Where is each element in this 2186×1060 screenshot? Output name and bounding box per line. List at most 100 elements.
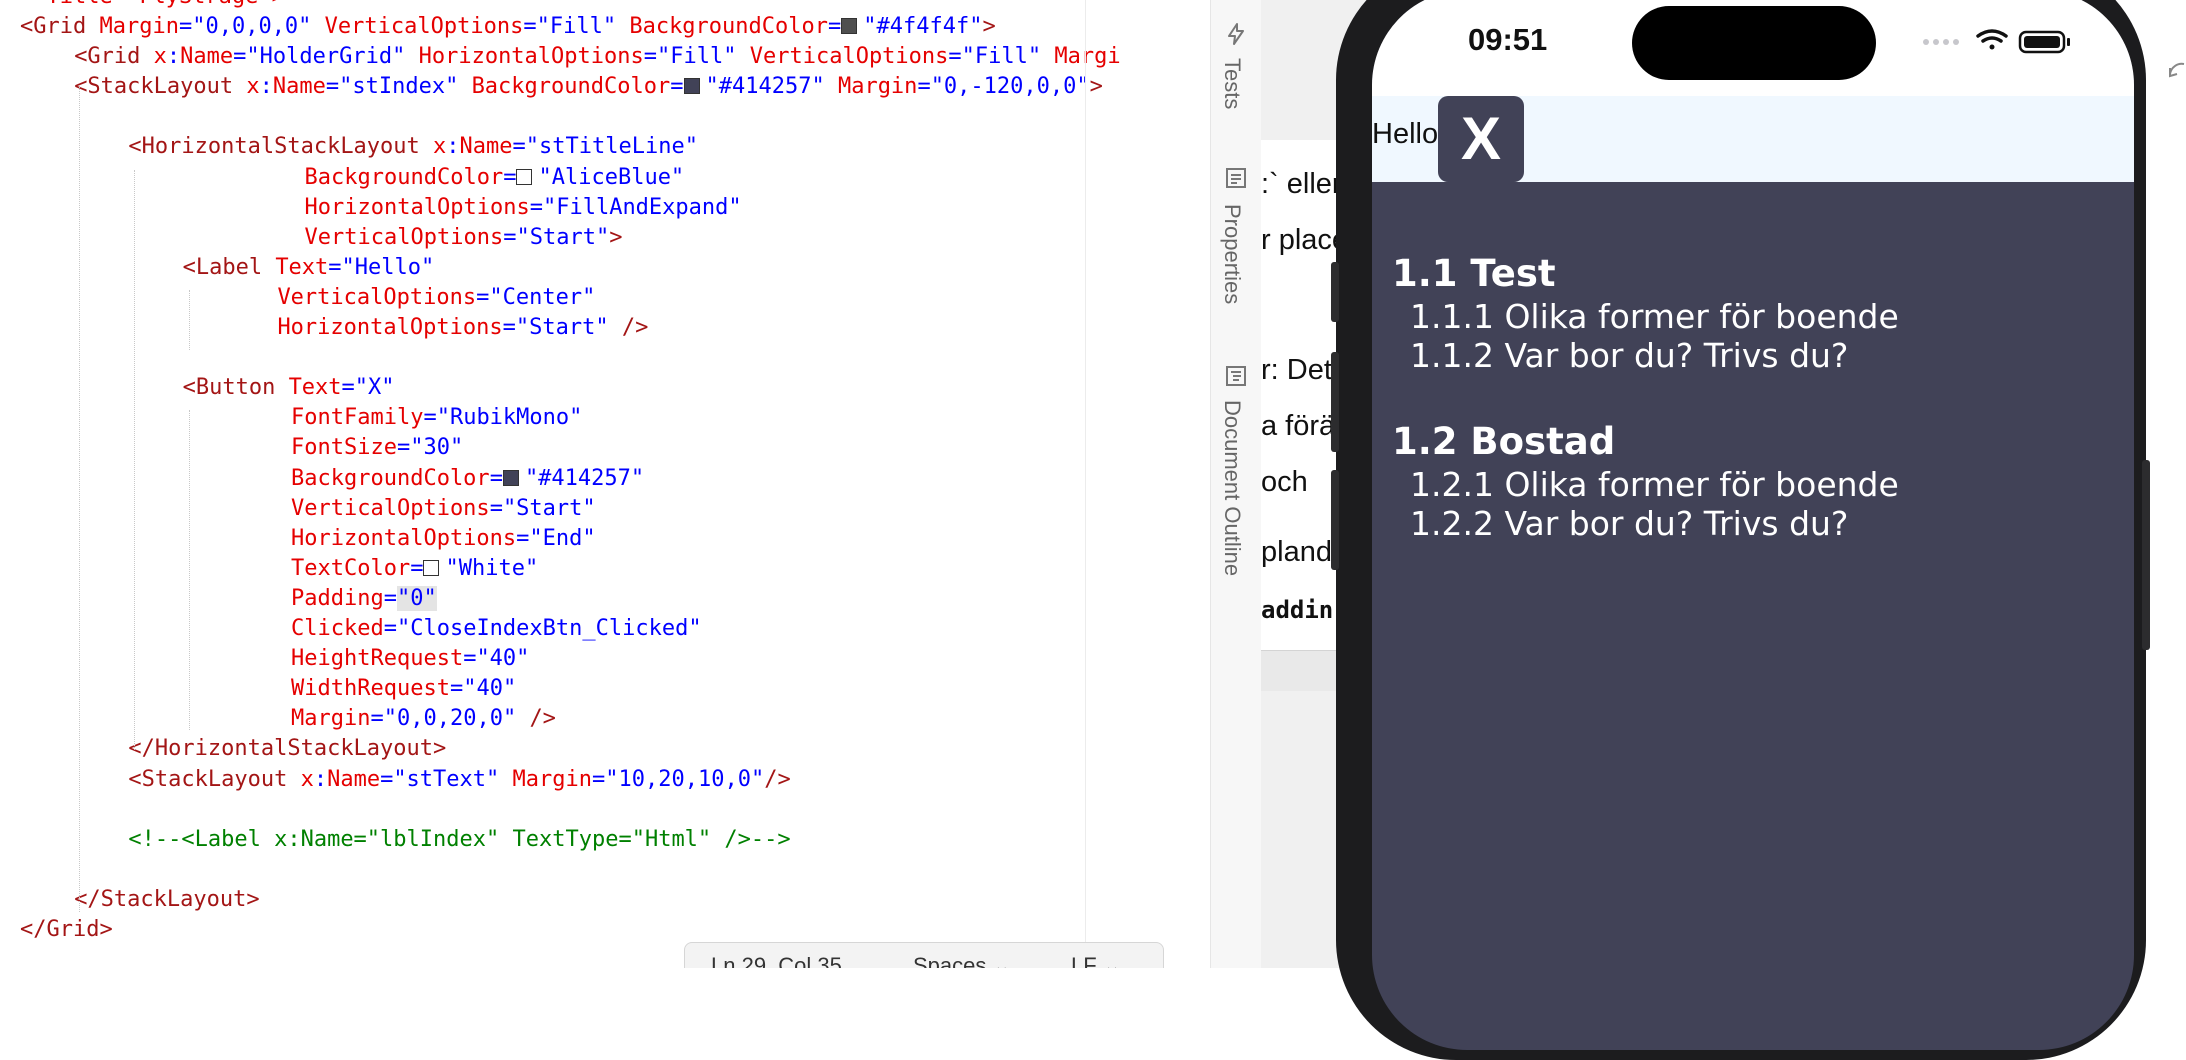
code-token: "End": [529, 525, 596, 551]
code-line: <Grid Margin="0,0,0,0" VerticalOptions="…: [20, 12, 996, 42]
code-token: "40": [476, 646, 530, 672]
code-token: "#4f4f4f": [863, 14, 983, 39]
code-token: x: [246, 74, 260, 100]
index-item[interactable]: 1.2.1 Olika former för boende: [1410, 465, 1899, 504]
close-index-button[interactable]: X: [1438, 96, 1524, 182]
code-token: "Start": [515, 315, 622, 340]
code-token: Margi: [1054, 44, 1121, 70]
code-token: Padding: [291, 585, 384, 611]
code-token: <Grid: [20, 14, 100, 39]
doc-fragment: och: [1261, 466, 1308, 498]
tab-document-outline-label: Document Outline: [1220, 400, 1245, 577]
simulator-screen[interactable]: 09:51 Hello X 1.1 Test 1.1.1 Olika forme…: [1372, 0, 2134, 1050]
indent-guide: [189, 410, 190, 730]
indent-guide: [189, 290, 190, 350]
index-item[interactable]: 1.1.2 Var bor du? Trivs du?: [1410, 336, 1848, 375]
code-editor[interactable]: Title="FlyStrage"> <Grid Margin="0,0,0,0…: [0, 0, 1210, 968]
code-line: FontFamily="RubikMono": [291, 403, 582, 433]
code-token: <!--<Label x:Name="lblIndex" TextType="H…: [128, 826, 791, 852]
code-token: >: [982, 14, 996, 39]
outline-icon: [1224, 364, 1248, 388]
code-token: "stIndex": [339, 74, 472, 100]
code-token: "Fill": [536, 14, 630, 39]
code-line: Padding="0": [291, 584, 437, 614]
code-line: <HorizontalStackLayout x:Name="stTitleLi…: [128, 132, 698, 162]
editor-ruler: [1085, 0, 1086, 968]
code-token: =: [512, 134, 526, 160]
code-token: BackgroundColor: [471, 74, 671, 100]
section-title: 1.2 Bostad: [1392, 420, 1616, 463]
code-token: VerticalOptions: [304, 224, 504, 250]
code-token: />: [529, 706, 556, 732]
tab-tests-label: Tests: [1220, 58, 1245, 110]
code-token: "Hello": [341, 254, 435, 280]
code-token: Name: [180, 44, 234, 70]
code-token: VerticalOptions: [749, 44, 949, 70]
code-token: HeightRequest: [291, 646, 464, 672]
code-line: <StackLayout x:Name="stIndex" Background…: [74, 72, 1103, 102]
code-token: =: [423, 405, 437, 431]
index-item[interactable]: 1.1.1 Olika former för boende: [1410, 297, 1899, 336]
signal-dots-icon: [1923, 39, 1959, 45]
code-token: =: [410, 555, 424, 581]
tab-document-outline[interactable]: Document Outline: [1211, 364, 1261, 604]
code-token: x: [300, 766, 314, 792]
code-token: TextColor: [291, 555, 411, 581]
tab-tests[interactable]: Tests: [1211, 18, 1261, 128]
code-token: BackgroundColor: [304, 164, 504, 190]
doc-fragment: :` eller: [1261, 168, 1342, 200]
code-token: =: [380, 766, 394, 792]
color-swatch: [423, 559, 440, 576]
code-token: FontSize: [291, 435, 397, 461]
phone-button: [1331, 262, 1339, 322]
code-line: BackgroundColor= "#414257": [291, 464, 644, 494]
code-token: VerticalOptions: [324, 14, 524, 39]
color-swatch: [841, 18, 858, 34]
code-line: <!--<Label x:Name="lblIndex" TextType="H…: [128, 825, 790, 855]
color-swatch: [502, 469, 519, 486]
code-token: =: [341, 375, 355, 401]
code-token: HorizontalOptions: [277, 315, 503, 340]
cursor-position[interactable]: Ln 29, Col 35: [711, 953, 842, 968]
code-line: </HorizontalStackLayout>: [128, 734, 446, 764]
code-token: BackgroundColor: [291, 465, 490, 491]
code-line: HorizontalOptions="Start" />: [277, 313, 648, 343]
color-swatch: [516, 168, 533, 185]
code-token: "0,0,0,0": [192, 14, 325, 39]
code-token: =: [383, 585, 397, 611]
code-line: <StackLayout x:Name="stText" Margin="10,…: [128, 765, 790, 795]
rotate-icon: [2169, 62, 2185, 78]
code-line: VerticalOptions="Start": [291, 494, 596, 524]
code-token: =: [328, 254, 342, 280]
code-line: TextColor= "White": [291, 554, 538, 584]
code-token: <StackLayout: [128, 766, 301, 792]
code-token: <Button: [182, 375, 289, 401]
code-line: <Button Text="X": [183, 373, 395, 403]
code-token: Clicked: [291, 616, 384, 641]
code-token: "White": [445, 555, 539, 581]
code-token: =: [476, 284, 490, 310]
dynamic-island: [1632, 6, 1876, 80]
code-token: =: [463, 646, 477, 672]
code-token: "Center": [489, 284, 596, 310]
tab-properties[interactable]: Properties: [1211, 166, 1261, 326]
code-token: "HolderGrid": [246, 44, 419, 70]
code-token: <Grid: [74, 44, 154, 70]
status-icons: [1920, 26, 2100, 56]
editor-statusbar[interactable]: Ln 29, Col 35 Spaces ⌄ LF ⌄: [684, 942, 1164, 968]
index-item[interactable]: 1.2.2 Var bor du? Trivs du?: [1410, 504, 1848, 543]
eol-selector[interactable]: LF ⌄: [1071, 953, 1121, 968]
indentation-selector[interactable]: Spaces ⌄: [913, 953, 1011, 968]
code-token: <HorizontalStackLayout: [128, 134, 434, 160]
code-token: HorizontalOptions: [304, 194, 530, 220]
code-line: VerticalOptions="Center": [277, 283, 595, 313]
code-token: x: [433, 134, 447, 160]
code-token: Margin: [837, 74, 918, 100]
doc-fragment: r: Det: [1261, 354, 1332, 386]
code-token: </Grid>: [20, 917, 113, 942]
code-token: <StackLayout: [74, 74, 247, 100]
code-line: <Label Text="Hello": [183, 253, 435, 283]
color-swatch: [683, 78, 700, 95]
code-token: VerticalOptions: [291, 495, 490, 521]
code-token: "0": [396, 585, 437, 611]
